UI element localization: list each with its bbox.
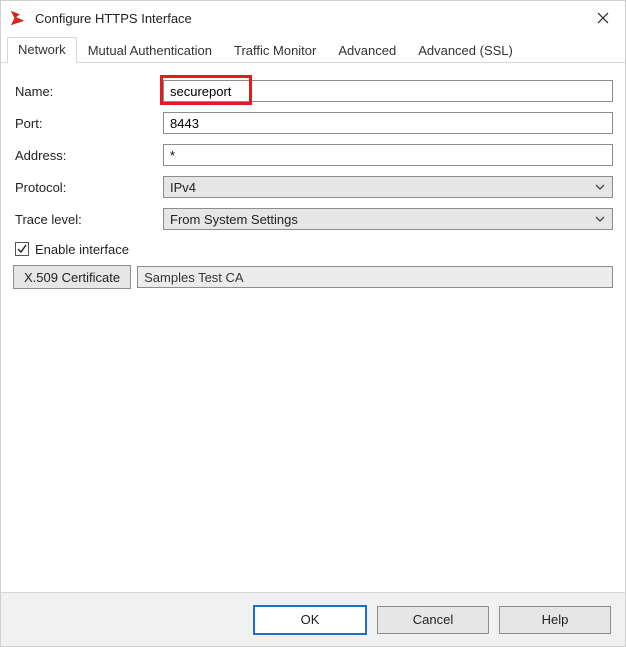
close-button[interactable]	[581, 1, 625, 35]
cert-value-field: Samples Test CA	[137, 266, 613, 288]
trace-value: From System Settings	[170, 212, 592, 227]
row-address: Address:	[13, 139, 613, 171]
cancel-button[interactable]: Cancel	[377, 606, 489, 634]
tab-mutual-authentication[interactable]: Mutual Authentication	[77, 38, 223, 63]
port-input[interactable]	[163, 112, 613, 134]
enable-label: Enable interface	[35, 242, 129, 257]
cert-value: Samples Test CA	[144, 270, 243, 285]
check-icon	[17, 244, 27, 254]
tab-traffic-monitor[interactable]: Traffic Monitor	[223, 38, 327, 63]
row-name: Name:	[13, 75, 613, 107]
row-trace: Trace level: From System Settings	[13, 203, 613, 235]
tab-network[interactable]: Network	[7, 37, 77, 63]
window-title: Configure HTTPS Interface	[35, 11, 581, 26]
chevron-down-icon	[592, 184, 608, 190]
cert-button[interactable]: X.509 Certificate	[13, 265, 131, 289]
label-address: Address:	[13, 148, 163, 163]
chevron-down-icon	[592, 216, 608, 222]
label-trace: Trace level:	[13, 212, 163, 227]
titlebar: Configure HTTPS Interface	[1, 1, 625, 35]
protocol-select[interactable]: IPv4	[163, 176, 613, 198]
ok-button[interactable]: OK	[253, 605, 367, 635]
row-protocol: Protocol: IPv4	[13, 171, 613, 203]
ok-label: OK	[301, 612, 320, 627]
name-input[interactable]	[163, 80, 613, 102]
trace-select[interactable]: From System Settings	[163, 208, 613, 230]
address-input[interactable]	[163, 144, 613, 166]
app-icon	[9, 9, 27, 27]
button-bar: OK Cancel Help	[1, 592, 625, 646]
cancel-label: Cancel	[413, 612, 453, 627]
enable-checkbox[interactable]	[15, 242, 29, 256]
tab-row: NetworkMutual AuthenticationTraffic Moni…	[1, 35, 625, 63]
dialog-window: Configure HTTPS Interface NetworkMutual …	[0, 0, 626, 647]
form-area: Name: Port: Address: Protocol: IPv4	[1, 63, 625, 592]
close-icon	[597, 12, 609, 24]
label-protocol: Protocol:	[13, 180, 163, 195]
row-port: Port:	[13, 107, 613, 139]
tab-advanced-ssl-[interactable]: Advanced (SSL)	[407, 38, 524, 63]
row-enable[interactable]: Enable interface	[13, 235, 613, 263]
cert-button-label: X.509 Certificate	[24, 270, 120, 285]
help-button[interactable]: Help	[499, 606, 611, 634]
label-port: Port:	[13, 116, 163, 131]
tab-advanced[interactable]: Advanced	[327, 38, 407, 63]
protocol-value: IPv4	[170, 180, 592, 195]
row-cert: X.509 Certificate Samples Test CA	[13, 263, 613, 291]
label-name: Name:	[13, 84, 163, 99]
help-label: Help	[542, 612, 569, 627]
